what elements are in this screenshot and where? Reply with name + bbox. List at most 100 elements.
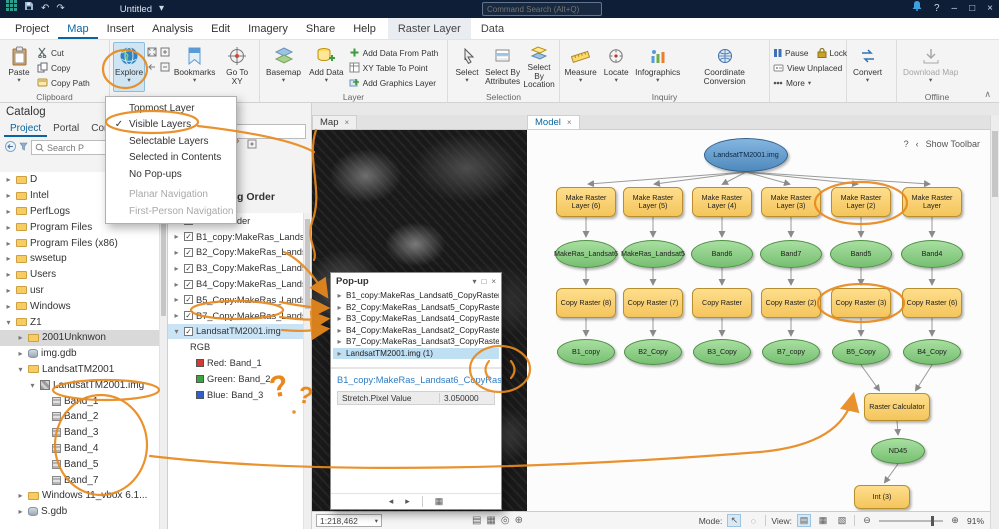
model-tool-node[interactable]: Copy Raster (7) xyxy=(623,288,683,318)
tab-raster-layer[interactable]: Raster Layer xyxy=(387,18,471,39)
popup-splitter[interactable] xyxy=(331,361,501,369)
add-data-from-path-button[interactable]: Add Data From Path xyxy=(349,46,438,59)
convert-button[interactable]: Convert ▾ xyxy=(850,42,885,92)
map-scale-select[interactable]: 1:218,462 ▾ xyxy=(316,514,382,527)
paste-button[interactable]: Paste ▾ xyxy=(3,42,35,92)
visibility-checkbox[interactable]: ✓ xyxy=(184,247,193,257)
map-view-tab[interactable]: Map × xyxy=(312,115,358,129)
catalog-item-windows11-vbox[interactable]: ▸ Windows 11_vbox 6.1... xyxy=(0,488,159,504)
visibility-checkbox[interactable]: ✓ xyxy=(184,326,193,336)
infographics-button[interactable]: Infographics ▾ xyxy=(634,42,681,92)
view-report-icon[interactable]: ▧ xyxy=(835,514,849,527)
tab-edit[interactable]: Edit xyxy=(202,18,239,39)
model-data-node[interactable]: Band7 xyxy=(760,240,822,268)
expander-icon[interactable]: ▸ xyxy=(4,302,13,311)
menu-item-selectable-layers[interactable]: Selectable Layers xyxy=(106,133,236,150)
layer-item-b2-copy[interactable]: ▸ ✓ B2_Copy:MakeRas_Lands... xyxy=(168,245,303,261)
model-output-node[interactable]: B4_Copy xyxy=(903,339,961,365)
basemap-button[interactable]: Basemap ▾ xyxy=(263,42,304,92)
catalog-item-band-2[interactable]: Band_2 xyxy=(0,409,159,425)
map-frame-icon[interactable]: ▦ xyxy=(486,515,495,526)
undo-icon[interactable]: ↶ xyxy=(41,0,49,18)
popup-forward-icon[interactable]: ▸ xyxy=(405,496,410,507)
help-icon[interactable]: ? xyxy=(934,0,940,18)
catalog-item-band-3[interactable]: Band_3 xyxy=(0,425,159,441)
pause-button[interactable]: Pause xyxy=(773,46,809,59)
zoom-out-icon[interactable]: ⊖ xyxy=(860,514,874,527)
expander-icon[interactable]: ▸ xyxy=(172,280,181,289)
expander-icon[interactable]: ▸ xyxy=(4,207,13,216)
model-output-node[interactable]: B3_Copy xyxy=(693,339,751,365)
tab-analysis[interactable]: Analysis xyxy=(143,18,202,39)
layer-item-b1-copy[interactable]: ▸✓B1_copy:MakeRas_Landsa... xyxy=(168,229,303,245)
save-icon[interactable] xyxy=(24,0,34,18)
visibility-checkbox[interactable]: ✓ xyxy=(184,295,193,305)
menu-item-visible-layers[interactable]: ✓ Visible Layers xyxy=(106,117,236,134)
command-search[interactable] xyxy=(482,2,602,16)
expander-icon[interactable]: ▸ xyxy=(16,491,25,500)
xy-table-to-point-button[interactable]: XY Table To Point xyxy=(349,61,439,74)
model-data-node[interactable]: MakeRas_Landsat5 xyxy=(621,240,685,268)
tab-share[interactable]: Share xyxy=(297,18,344,39)
tab-help[interactable]: Help xyxy=(344,18,385,39)
model-output-node[interactable]: B2_Copy xyxy=(624,339,682,365)
mode-lasso-icon[interactable]: ◌ xyxy=(746,514,760,527)
coordinate-conversion-button[interactable]: Coordinate Conversion xyxy=(683,42,766,92)
menu-item-selected-in-contents[interactable]: Selected in Contents xyxy=(106,150,236,167)
model-output-node[interactable]: B5_Copy xyxy=(832,339,890,365)
layer-item-b3-copy[interactable]: ▸ ✓ B3_Copy:MakeRas_Lands... xyxy=(168,260,303,276)
copy-button[interactable]: Copy xyxy=(37,61,90,74)
layer-item-b5-copy[interactable]: ▸ ✓ B5_Copy:MakeRas_Lands... xyxy=(168,292,303,308)
visibility-checkbox[interactable]: ✓ xyxy=(184,263,193,273)
expander-icon[interactable]: ▾ xyxy=(28,381,37,390)
expander-icon[interactable]: ▾ xyxy=(4,318,13,327)
popup-item[interactable]: ▸ B7_Copy:MakeRas_Landsat3_CopyRaster (1) xyxy=(333,336,499,348)
notifications-icon[interactable] xyxy=(912,0,922,18)
select-by-location-button[interactable]: Select By Location xyxy=(522,42,556,92)
download-map-button[interactable]: Download Map ▾ xyxy=(900,42,961,92)
popup-close-icon[interactable]: × xyxy=(491,277,496,286)
list-by-snapping-icon[interactable] xyxy=(246,138,258,153)
mode-select-icon[interactable]: ↖ xyxy=(727,514,742,527)
zoom-in-icon[interactable]: ⊕ xyxy=(948,514,962,527)
zoom-slider-thumb[interactable] xyxy=(930,515,934,526)
model-tool-node[interactable]: Make Raster Layer (6) xyxy=(556,187,616,217)
model-tool-node[interactable]: Make Raster Layer (4) xyxy=(692,187,752,217)
bookmarks-button[interactable]: Bookmarks ▾ xyxy=(173,42,216,92)
catalog-item-usr[interactable]: ▸ usr xyxy=(0,283,159,299)
menu-item-topmost-layer[interactable]: Topmost Layer xyxy=(106,100,236,117)
scrollbar-thumb[interactable] xyxy=(305,219,310,309)
popup-back-icon[interactable]: ◂ xyxy=(389,496,394,507)
popup-menu-icon[interactable]: ▾ xyxy=(472,277,476,286)
model-tool-node[interactable]: Copy Raster (6) xyxy=(902,288,962,318)
fixed-zoom-out-icon[interactable] xyxy=(160,62,171,75)
view-unplaced-button[interactable]: View Unplaced xyxy=(773,61,847,74)
minimize-icon[interactable]: – xyxy=(952,0,958,18)
model-tool-node[interactable]: Copy Raster xyxy=(692,288,752,318)
more-button[interactable]: More ▾ xyxy=(773,76,847,89)
model-data-node[interactable]: Band6 xyxy=(691,240,753,268)
catalog-item-z1[interactable]: ▾ Z1 xyxy=(0,314,159,330)
lock-button[interactable]: Lock xyxy=(817,46,847,59)
tab-imagery[interactable]: Imagery xyxy=(239,18,297,39)
popup-options-icon[interactable]: ▦ xyxy=(435,496,444,507)
popup-item[interactable]: ▸ B3_Copy:MakeRas_Landsat4_CopyRaster (1) xyxy=(333,313,499,325)
catalog-item-s-gdb[interactable]: ▸ S.gdb xyxy=(0,504,159,520)
expander-icon[interactable]: ▸ xyxy=(4,270,13,279)
menu-item-planar-navigation[interactable]: Planar Navigation xyxy=(106,187,236,204)
expander-icon[interactable]: ▸ xyxy=(4,286,13,295)
model-tool-node[interactable]: Copy Raster (3) xyxy=(831,288,891,318)
view-diagram-icon[interactable]: ▤ xyxy=(796,514,811,527)
explore-button[interactable]: Explore ▾ xyxy=(113,42,145,92)
filter-icon[interactable] xyxy=(19,142,28,154)
visibility-checkbox[interactable]: ✓ xyxy=(184,311,193,321)
int-node[interactable]: Int (3) xyxy=(854,485,910,509)
visibility-checkbox[interactable]: ✓ xyxy=(184,279,193,289)
model-output-node[interactable]: B7_copy xyxy=(762,339,820,365)
previous-extent-icon[interactable] xyxy=(147,62,158,75)
catalog-item-2001unknwon[interactable]: ▸ 2001Unknwon xyxy=(0,329,159,346)
popup-detail-title[interactable]: B1_copy:MakeRas_Landsat6_CopyRas... xyxy=(331,369,501,387)
locate-button[interactable]: Locate ▾ xyxy=(600,42,632,92)
cut-button[interactable]: Cut xyxy=(37,46,90,59)
catalog-item-program-files-x86[interactable]: ▸ Program Files (x86) xyxy=(0,235,159,251)
